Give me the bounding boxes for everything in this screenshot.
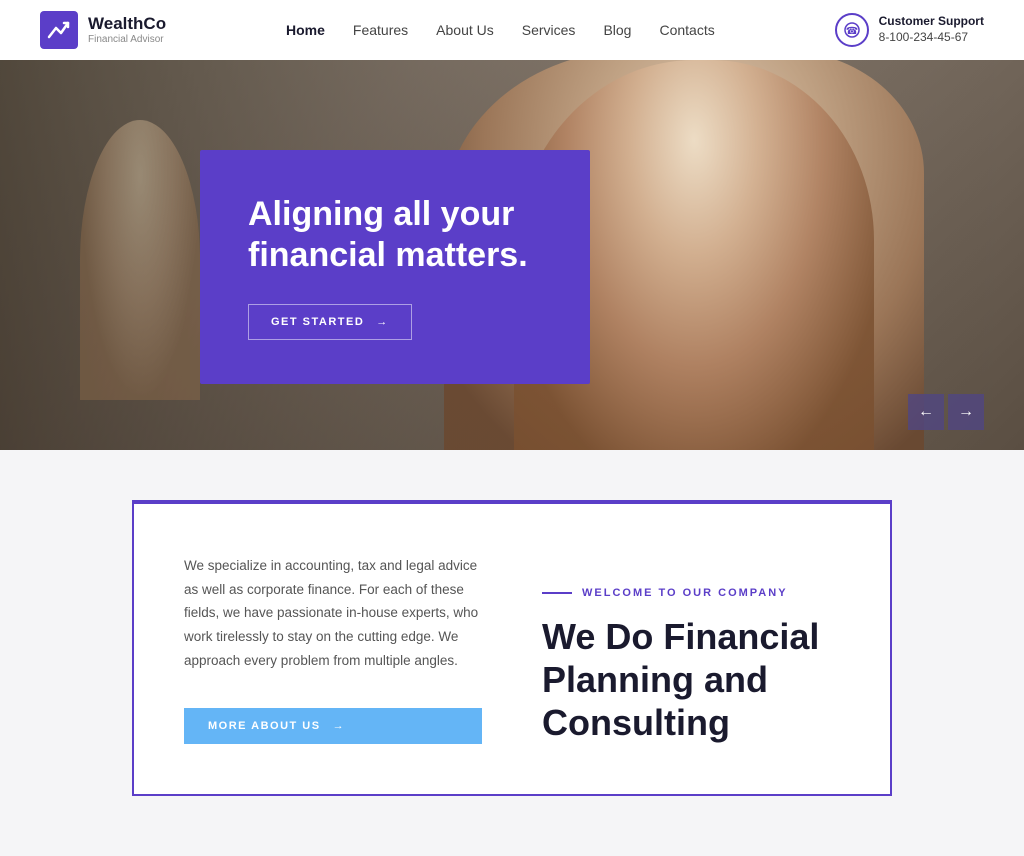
logo[interactable]: WealthCo Financial Advisor xyxy=(40,11,166,49)
support-label: Customer Support xyxy=(879,14,984,30)
about-right-col: WELCOME TO OUR COMPANY We Do Financial P… xyxy=(542,554,840,744)
main-nav: Home Features About Us Services Blog Con… xyxy=(286,22,715,38)
brand-name: WealthCo xyxy=(88,14,166,34)
slider-controls: ← → xyxy=(908,394,984,430)
phone-icon: ☎ xyxy=(835,13,869,47)
arrow-right-icon: → xyxy=(333,720,346,732)
welcome-label-area: WELCOME TO OUR COMPANY xyxy=(542,587,840,599)
about-title-line1: We Do Financial xyxy=(542,616,819,657)
nav-about[interactable]: About Us xyxy=(436,22,494,38)
about-title-line3: Consulting xyxy=(542,702,730,743)
hero-title: Aligning all your financial matters. xyxy=(248,194,542,276)
hero-cta-button[interactable]: GET STARTED → xyxy=(248,304,412,340)
about-title: We Do Financial Planning and Consulting xyxy=(542,615,840,745)
nav-services[interactable]: Services xyxy=(522,22,576,38)
about-left-col: We specialize in accounting, tax and leg… xyxy=(184,554,482,744)
slider-prev-button[interactable]: ← xyxy=(908,394,944,430)
arrow-right-icon: → xyxy=(376,316,389,328)
about-description: We specialize in accounting, tax and leg… xyxy=(184,554,482,672)
logo-text: WealthCo Financial Advisor xyxy=(88,14,166,46)
hero-card: Aligning all your financial matters. GET… xyxy=(200,150,590,384)
nav-features[interactable]: Features xyxy=(353,22,408,38)
hero-section: Aligning all your financial matters. GET… xyxy=(0,60,1024,450)
support-area: ☎ Customer Support 8-100-234-45-67 xyxy=(835,13,984,47)
about-title-line2: Planning and xyxy=(542,659,768,700)
nav-blog[interactable]: Blog xyxy=(603,22,631,38)
slider-next-button[interactable]: → xyxy=(948,394,984,430)
about-cta-label: MORE ABOUT US xyxy=(208,720,321,732)
header: WealthCo Financial Advisor Home Features… xyxy=(0,0,1024,60)
nav-home[interactable]: Home xyxy=(286,22,325,38)
about-section: We specialize in accounting, tax and leg… xyxy=(0,450,1024,856)
brand-subtitle: Financial Advisor xyxy=(88,34,166,46)
support-text: Customer Support 8-100-234-45-67 xyxy=(879,14,984,45)
about-card: We specialize in accounting, tax and leg… xyxy=(132,500,892,796)
welcome-line-decoration xyxy=(542,592,572,594)
welcome-text: WELCOME TO OUR COMPANY xyxy=(582,587,788,599)
logo-icon xyxy=(40,11,78,49)
hero-cta-label: GET STARTED xyxy=(271,316,364,328)
about-cta-button[interactable]: MORE ABOUT US → xyxy=(184,708,482,744)
support-phone: 8-100-234-45-67 xyxy=(879,30,984,46)
nav-contacts[interactable]: Contacts xyxy=(659,22,714,38)
svg-text:☎: ☎ xyxy=(845,26,857,37)
